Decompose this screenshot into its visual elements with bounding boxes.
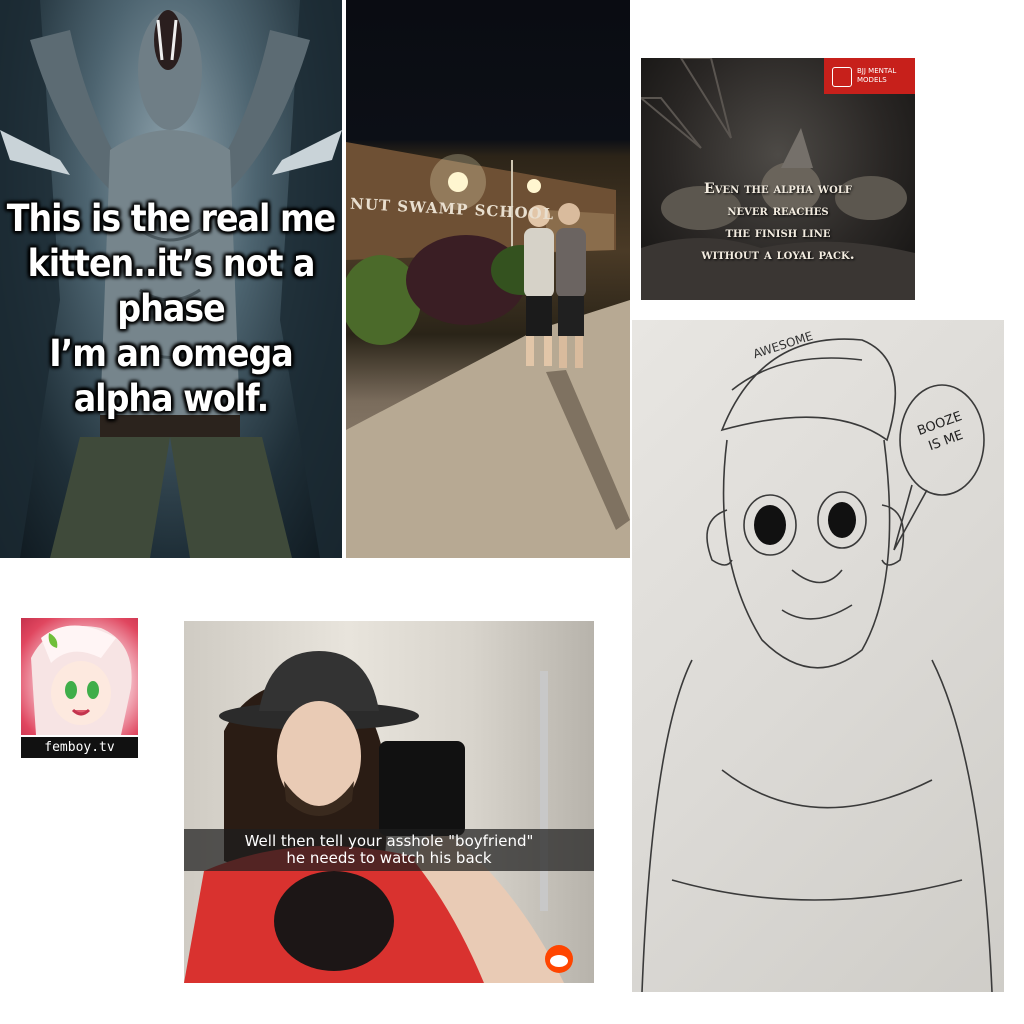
badge-line: MODELS <box>857 76 887 84</box>
anime-character-avatar <box>21 618 138 735</box>
caption-line: kitten..it’s not a phase <box>27 242 316 330</box>
quote-text: Even the alpha wolf never reaches the fi… <box>641 178 915 266</box>
brand-logo-icon <box>832 67 852 87</box>
quote-line: Even the alpha wolf <box>704 181 852 197</box>
selfie-scene <box>184 651 573 983</box>
quote-line: the finish line <box>725 225 831 241</box>
snapchat-caption: Well then tell your asshole "boyfriend" … <box>184 829 594 871</box>
mirror-selfie-image: Well then tell your asshole "boyfriend" … <box>184 621 594 983</box>
quote-line: never reaches <box>727 203 829 219</box>
meme-caption: This is the real me kitten..it’s not a p… <box>0 196 342 421</box>
caption-line: Well then tell your asshole "boyfriend" <box>244 832 534 850</box>
werewolf-meme-image: This is the real me kitten..it’s not a p… <box>0 0 342 558</box>
pencil-sketch-image: AWESOME BOOZE IS ME <box>632 320 1004 992</box>
femboy-tv-logo: femboy.tv <box>21 618 138 758</box>
quote-line: without a loyal pack. <box>701 247 855 263</box>
badge-line: BJJ MENTAL <box>857 67 897 75</box>
caption-line: This is the real me <box>6 197 337 240</box>
caption-line: he needs to watch his back <box>286 849 492 867</box>
logo-label: femboy.tv <box>21 737 138 758</box>
caption-line: I’m an omega alpha wolf. <box>49 332 293 420</box>
alpha-wolf-quote-image: BJJ MENTAL MODELS Even the alpha wolf ne… <box>641 58 915 300</box>
brand-badge: BJJ MENTAL MODELS <box>824 58 915 94</box>
anime-face <box>31 625 132 735</box>
school-night-photo: NUT SWAMP SCHOOL <box>346 0 630 558</box>
school-scene <box>346 142 630 558</box>
